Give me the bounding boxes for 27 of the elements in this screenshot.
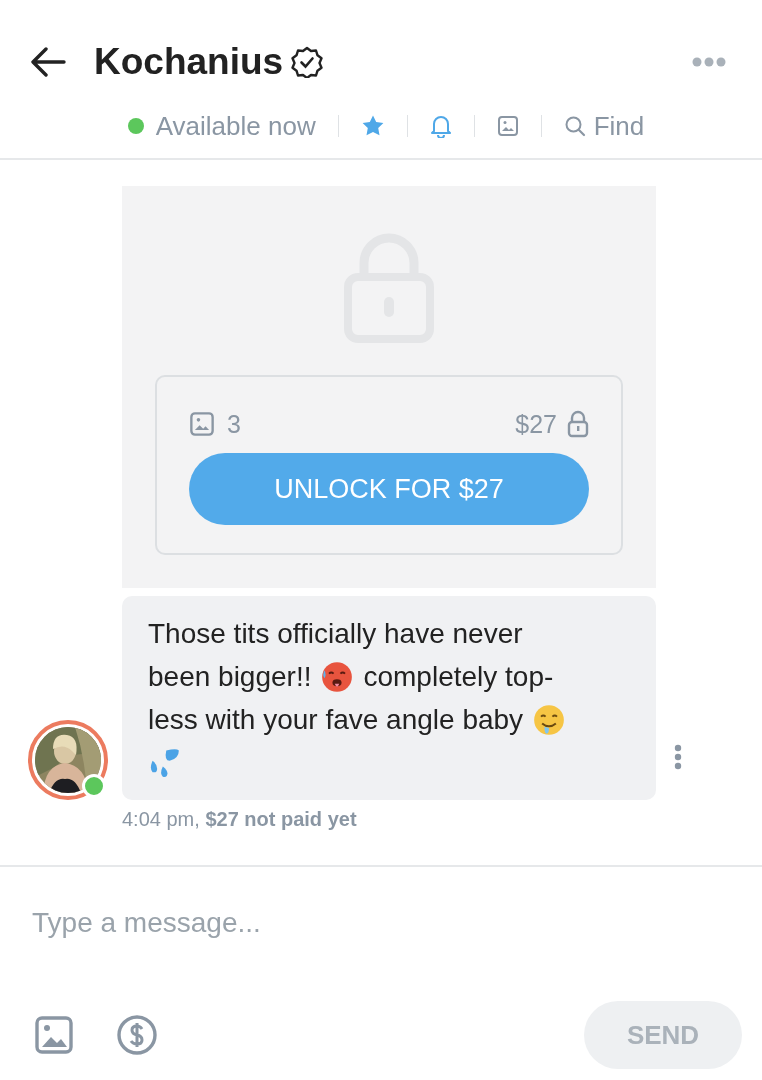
image-icon <box>189 411 215 437</box>
message-text: less with your fave angle baby <box>148 703 524 737</box>
hot-face-icon <box>321 660 354 693</box>
more-options-icon[interactable] <box>674 744 682 770</box>
image-icon[interactable] <box>496 115 519 137</box>
contact-name: Kochanius <box>94 41 284 83</box>
lock-icon <box>567 410 589 438</box>
find-label[interactable]: Find <box>593 110 645 142</box>
message-text: Those tits officially have never <box>148 617 523 651</box>
payment-status: $27 not paid yet <box>205 808 357 830</box>
star-icon[interactable] <box>360 114 385 138</box>
media-price: $27 <box>515 409 557 439</box>
avatar[interactable] <box>28 720 108 800</box>
message-time: 4:04 pm, <box>122 808 200 830</box>
back-arrow-icon[interactable] <box>30 47 66 77</box>
image-icon[interactable] <box>34 1015 74 1055</box>
message-text: been bigger!! <box>148 660 312 694</box>
message-text: completely top- <box>363 660 554 694</box>
drooling-face-icon <box>533 703 566 736</box>
media-count: 3 <box>227 409 241 439</box>
availability-status: Available now <box>155 110 316 142</box>
unlock-button[interactable]: UNLOCK FOR $27 <box>189 453 589 525</box>
more-options-icon[interactable] <box>692 57 726 67</box>
dollar-icon[interactable] <box>116 1014 158 1056</box>
water-drops-icon <box>148 746 180 779</box>
bell-icon[interactable] <box>429 114 452 138</box>
search-icon[interactable] <box>563 115 586 137</box>
